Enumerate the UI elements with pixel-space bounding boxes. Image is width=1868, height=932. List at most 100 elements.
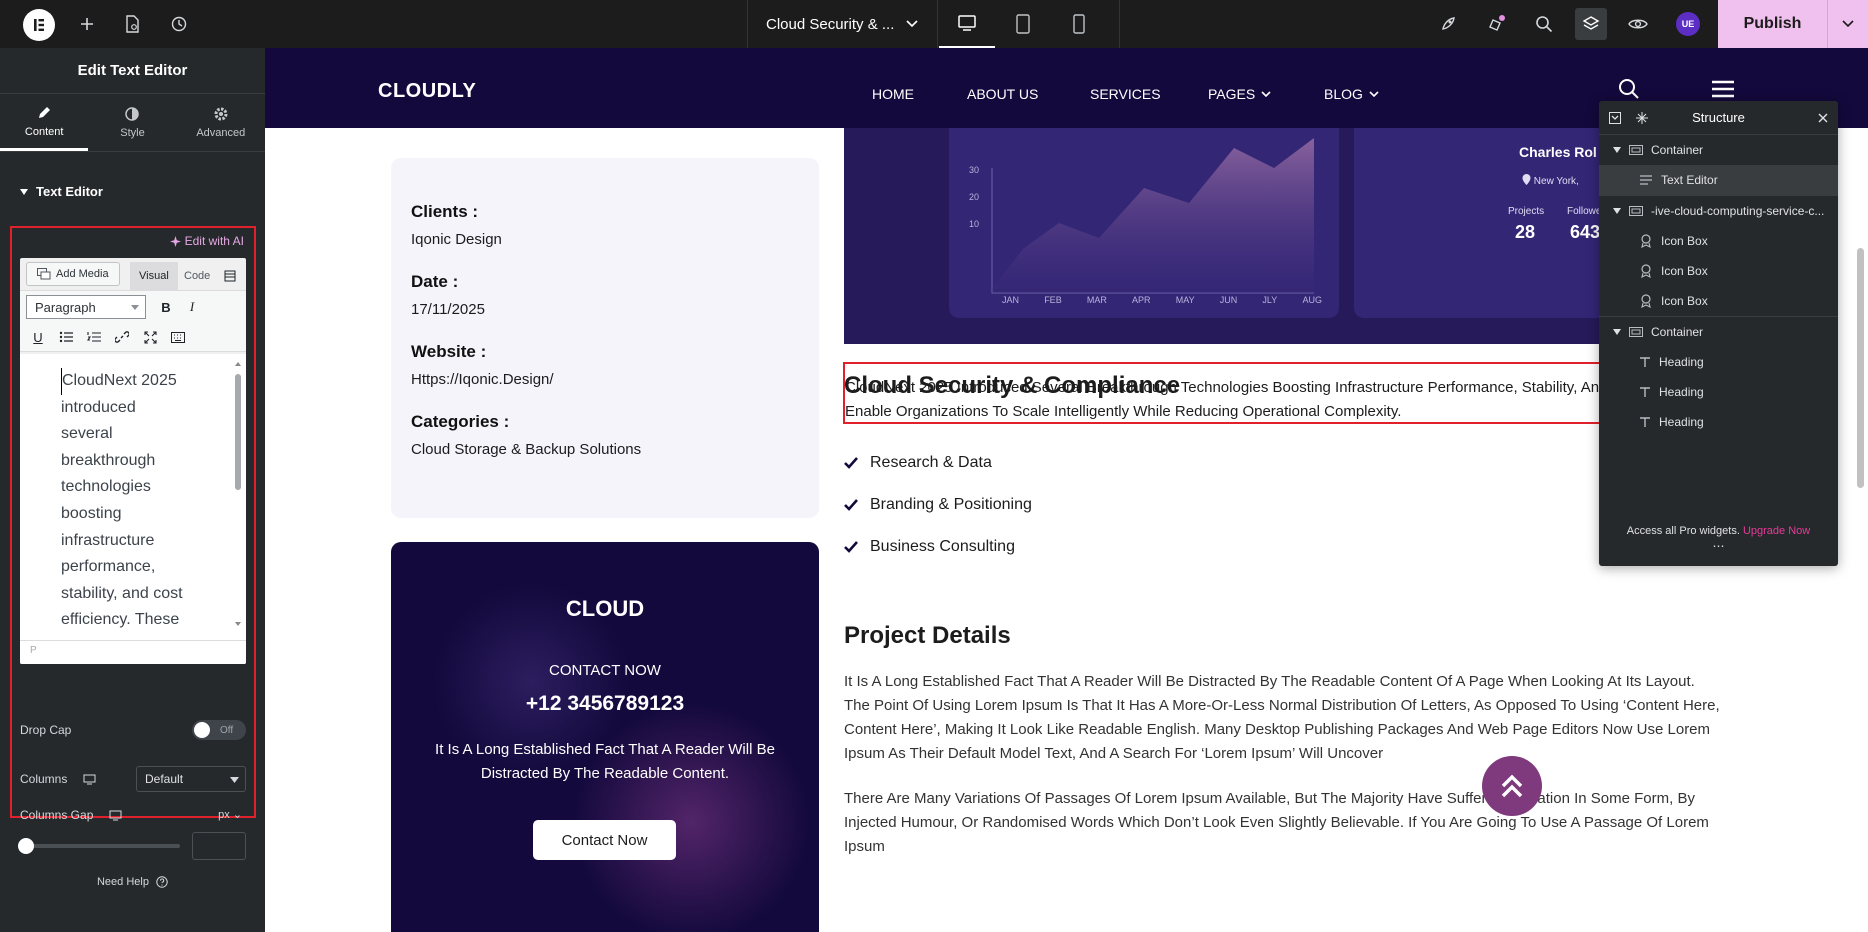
- publish-button[interactable]: Publish: [1718, 0, 1827, 48]
- numbered-list-icon[interactable]: [82, 325, 106, 349]
- double-chevron-up-icon: [1501, 774, 1523, 798]
- drop-cap-toggle[interactable]: Off: [192, 720, 246, 740]
- need-help-link[interactable]: Need Help: [0, 876, 265, 888]
- bold-icon[interactable]: B: [154, 295, 178, 319]
- structure-item-heading[interactable]: Heading: [1599, 377, 1838, 407]
- gear-icon: [214, 107, 228, 121]
- keyboard-icon[interactable]: [166, 325, 190, 349]
- publish-options-button[interactable]: [1827, 0, 1868, 48]
- nav-home[interactable]: HOME: [872, 86, 914, 102]
- add-media-button[interactable]: Add Media: [26, 262, 120, 286]
- user-avatar[interactable]: UE: [1676, 12, 1700, 36]
- toolbar-toggle-icon[interactable]: [218, 264, 242, 288]
- code-tab[interactable]: Code: [175, 262, 219, 290]
- mobile-view-icon[interactable]: [1051, 0, 1107, 48]
- caret-down-icon: [1613, 208, 1621, 214]
- page-scrollbar[interactable]: [1857, 248, 1864, 488]
- structure-item-label: Text Editor: [1661, 173, 1718, 187]
- ai-sparkle-icon: [169, 235, 181, 247]
- tablet-view-icon[interactable]: [995, 0, 1051, 48]
- rocket-icon[interactable]: [1432, 8, 1464, 40]
- add-element-icon[interactable]: [71, 8, 103, 40]
- tab-content[interactable]: Content: [0, 94, 89, 151]
- tab-style[interactable]: Style: [88, 94, 176, 151]
- clients-value: Iqonic Design: [411, 231, 502, 248]
- document-title-dropdown[interactable]: Cloud Security & ...: [766, 0, 918, 48]
- chevron-down-icon: [906, 20, 918, 28]
- structure-layers-icon[interactable]: [1575, 8, 1607, 40]
- columns-select[interactable]: Default: [136, 766, 246, 792]
- checklist-item: Branding & Positioning: [844, 496, 1032, 514]
- nav-blog[interactable]: BLOG: [1324, 86, 1379, 102]
- history-icon[interactable]: [163, 8, 195, 40]
- selected-text-editor-widget[interactable]: CloudNext 2025 Introduced Several Breakt…: [843, 362, 1605, 424]
- desktop-responsive-icon[interactable]: [83, 774, 96, 785]
- columns-gap-input[interactable]: [192, 832, 246, 860]
- edit-with-ai-button[interactable]: Edit with AI: [169, 234, 244, 248]
- month-axis: JAN FEB MAR APR MAY JUN JLY AUG: [1002, 295, 1322, 305]
- pencil-icon: [39, 106, 51, 118]
- visual-tab[interactable]: Visual: [130, 262, 178, 290]
- cta-phone[interactable]: +12 3456789123: [391, 692, 819, 716]
- nav-pages[interactable]: PAGES: [1208, 86, 1271, 102]
- notifications-icon[interactable]: [1480, 8, 1512, 40]
- collapse-all-icon[interactable]: [1609, 112, 1621, 124]
- link-icon[interactable]: [110, 325, 134, 349]
- structure-item-label: Heading: [1659, 415, 1704, 429]
- editor-topbar: Cloud Security & ... UE Publish: [0, 0, 1868, 48]
- search-icon[interactable]: [1528, 8, 1560, 40]
- editor-line: boosting: [61, 504, 122, 522]
- contact-now-button[interactable]: Contact Now: [533, 820, 676, 860]
- editor-toolbar: Paragraph B I U: [20, 290, 246, 352]
- navigator-sparkle-icon[interactable]: [1635, 111, 1649, 125]
- close-icon[interactable]: [1818, 113, 1828, 123]
- structure-item-container[interactable]: -ive-cloud-computing-service-c...: [1599, 196, 1838, 226]
- month-tick: AUG: [1302, 295, 1322, 305]
- structure-item-heading[interactable]: Heading: [1599, 407, 1838, 437]
- resize-handle-icon[interactable]: ⋯: [1599, 540, 1838, 552]
- section-text-editor[interactable]: Text Editor: [20, 184, 103, 199]
- italic-icon[interactable]: I: [180, 295, 204, 319]
- structure-item-icon-box[interactable]: Icon Box: [1599, 226, 1838, 256]
- format-select[interactable]: Paragraph: [26, 295, 146, 319]
- structure-item-icon-box[interactable]: Icon Box: [1599, 256, 1838, 286]
- fullscreen-icon[interactable]: [138, 325, 162, 349]
- nav-label: PAGES: [1208, 86, 1256, 102]
- nav-about[interactable]: ABOUT US: [967, 86, 1038, 102]
- upgrade-text: Access all Pro widgets.: [1626, 525, 1740, 537]
- structure-item-container[interactable]: Container: [1599, 317, 1838, 347]
- desktop-view-icon[interactable]: [939, 0, 995, 48]
- tab-advanced[interactable]: Advanced: [177, 94, 265, 151]
- structure-item-text-editor[interactable]: Text Editor: [1599, 165, 1838, 195]
- elementor-logo-icon[interactable]: [23, 9, 55, 41]
- hamburger-menu-icon[interactable]: [1712, 80, 1734, 103]
- upgrade-now-link[interactable]: Upgrade Now: [1743, 525, 1810, 537]
- desktop-responsive-icon[interactable]: [109, 810, 122, 821]
- website-value[interactable]: Https://Iqonic.Design/: [411, 371, 554, 388]
- page-settings-icon[interactable]: [116, 8, 148, 40]
- site-brand[interactable]: CLOUDLY: [378, 80, 476, 103]
- nav-services[interactable]: SERVICES: [1090, 86, 1161, 102]
- bullet-list-icon[interactable]: [54, 325, 78, 349]
- text-editor-icon: [1640, 175, 1652, 185]
- columns-label: Columns: [20, 772, 68, 786]
- columns-control: Columns Default: [20, 766, 246, 792]
- columns-gap-slider[interactable]: [18, 838, 180, 854]
- slider-handle[interactable]: [18, 838, 34, 854]
- editor-line: stability, and cost: [61, 584, 183, 602]
- preview-eye-icon[interactable]: [1622, 8, 1654, 40]
- structure-item-heading[interactable]: Heading: [1599, 347, 1838, 377]
- structure-item-icon-box[interactable]: Icon Box: [1599, 286, 1838, 316]
- month-tick: JLY: [1262, 295, 1278, 305]
- editor-highlight-frame: Edit with AI Add Media Visual Code Parag…: [10, 226, 256, 860]
- scroll-to-top-button[interactable]: [1482, 756, 1542, 816]
- date-label: Date :: [411, 272, 459, 291]
- columns-select-value: Default: [145, 772, 184, 786]
- editor-content-area[interactable]: CloudNext 2025 introduced several breakt…: [20, 354, 246, 640]
- underline-icon[interactable]: U: [26, 325, 50, 349]
- editor-text[interactable]: CloudNext 2025 introduced several breakt…: [61, 368, 193, 634]
- structure-item-container[interactable]: Container: [1599, 135, 1838, 165]
- unit-select[interactable]: px ⌄: [218, 808, 242, 821]
- editor-scrollbar[interactable]: [232, 358, 244, 632]
- profile-location: New York,: [1522, 174, 1579, 187]
